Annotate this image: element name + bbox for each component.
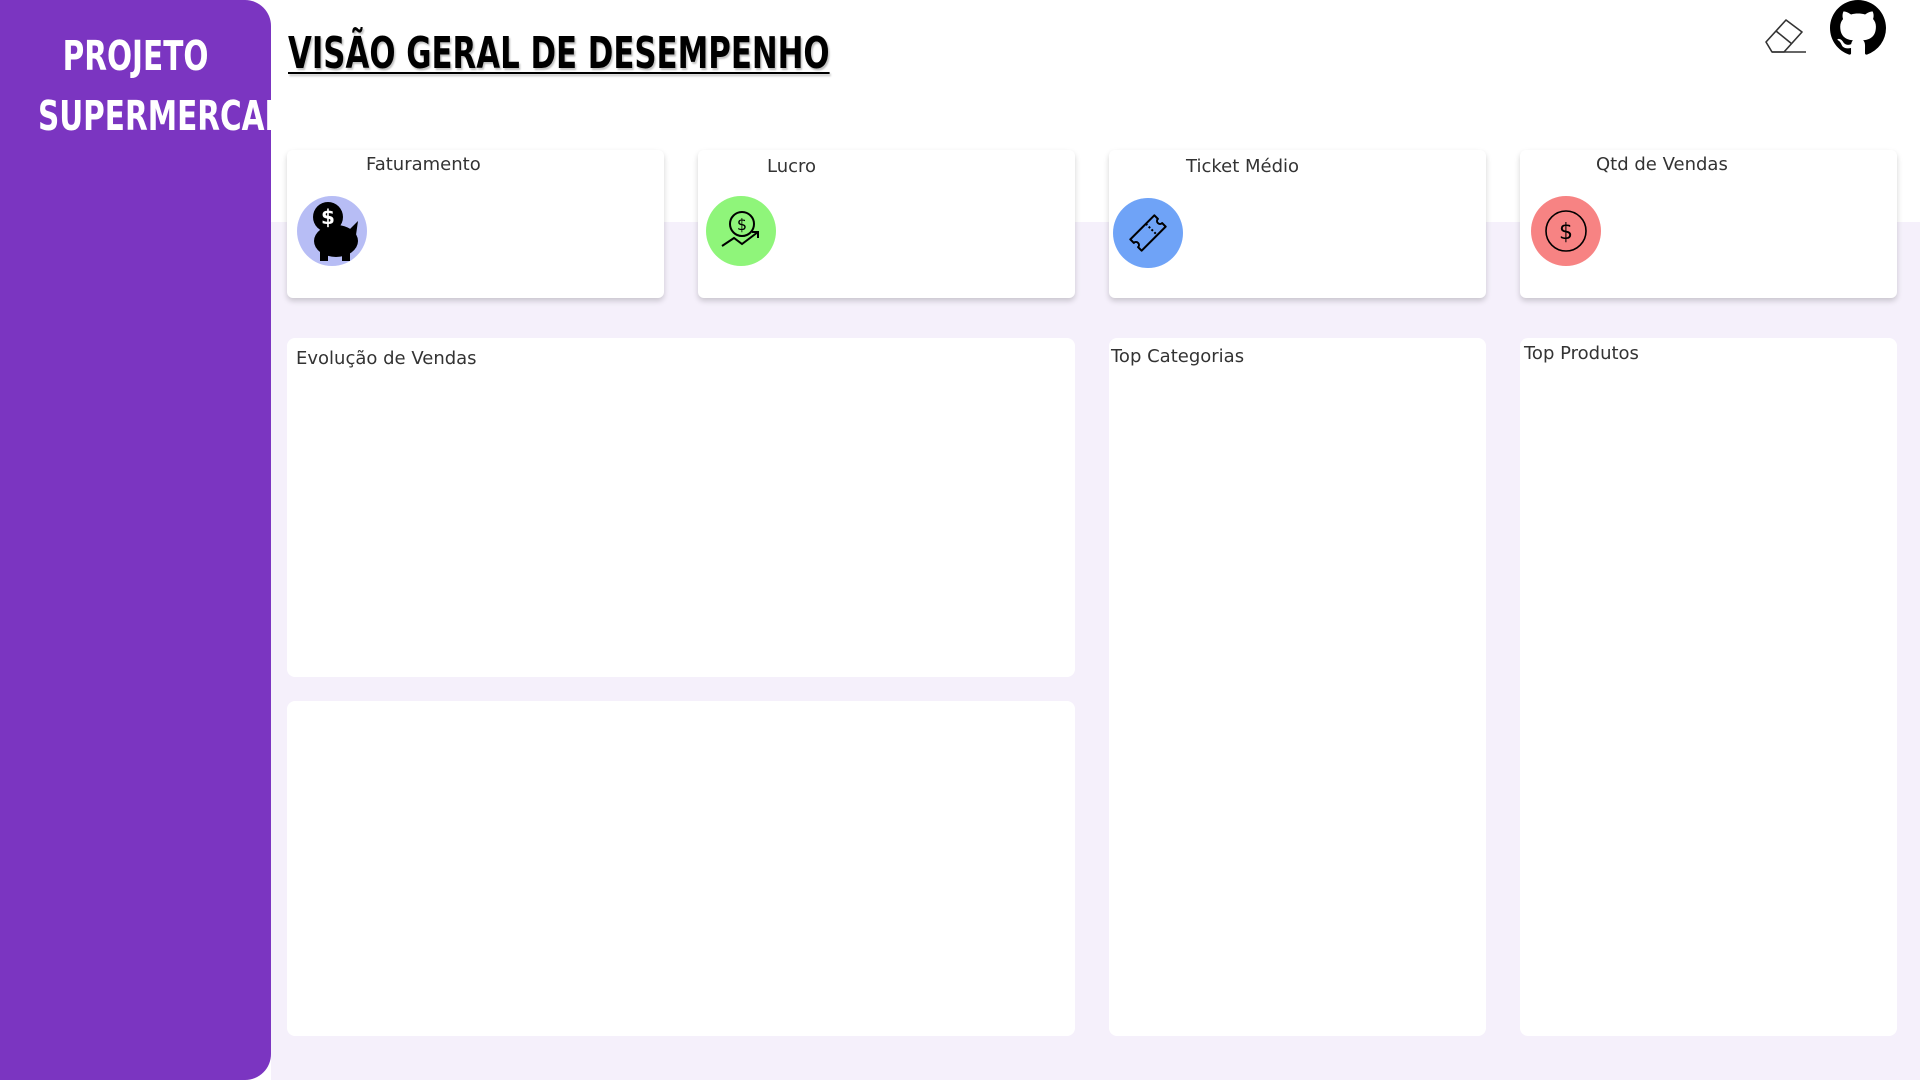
dashboard-page: PROJETO SUPERMERCADO VISÃO GERAL DE DESE… <box>0 0 1920 1080</box>
top-categories-panel: Top Categorias <box>1109 338 1486 1036</box>
kpi-card-qtd-vendas: Qtd de Vendas $ <box>1520 150 1897 298</box>
kpi-card-faturamento: Faturamento $ <box>287 150 664 298</box>
svg-text:$: $ <box>321 205 335 229</box>
panel-title: Top Categorias <box>1111 346 1245 367</box>
panel-title: Evolução de Vendas <box>296 348 477 369</box>
github-icon[interactable] <box>1830 0 1886 56</box>
piggy-bank-icon: $ <box>297 196 367 266</box>
kpi-label: Ticket Médio <box>1186 156 1300 177</box>
kpi-card-ticket-medio: Ticket Médio <box>1109 150 1486 298</box>
kpi-card-lucro: Lucro $ <box>698 150 1075 298</box>
top-products-panel: Top Produtos <box>1520 338 1897 1036</box>
ticket-icon <box>1113 198 1183 268</box>
svg-text:$: $ <box>737 215 747 234</box>
sidebar: PROJETO SUPERMERCADO <box>0 0 315 1080</box>
blank-panel <box>287 701 1075 1036</box>
kpi-label: Qtd de Vendas <box>1596 154 1728 175</box>
kpi-label: Lucro <box>767 156 817 177</box>
kpi-label: Faturamento <box>366 154 481 175</box>
sales-evolution-panel: Evolução de Vendas <box>287 338 1075 677</box>
page-title: VISÃO GERAL DE DESEMPENHO <box>288 28 830 79</box>
brand-title-line-1: PROJETO <box>62 32 209 80</box>
money-growth-icon: $ <box>706 196 776 266</box>
dollar-coin-icon: $ <box>1531 196 1601 266</box>
panel-title: Top Produtos <box>1524 343 1639 364</box>
brand-title-line-2: SUPERMERCADO <box>37 92 315 140</box>
svg-text:$: $ <box>1559 220 1573 245</box>
eraser-icon[interactable] <box>1756 6 1812 62</box>
